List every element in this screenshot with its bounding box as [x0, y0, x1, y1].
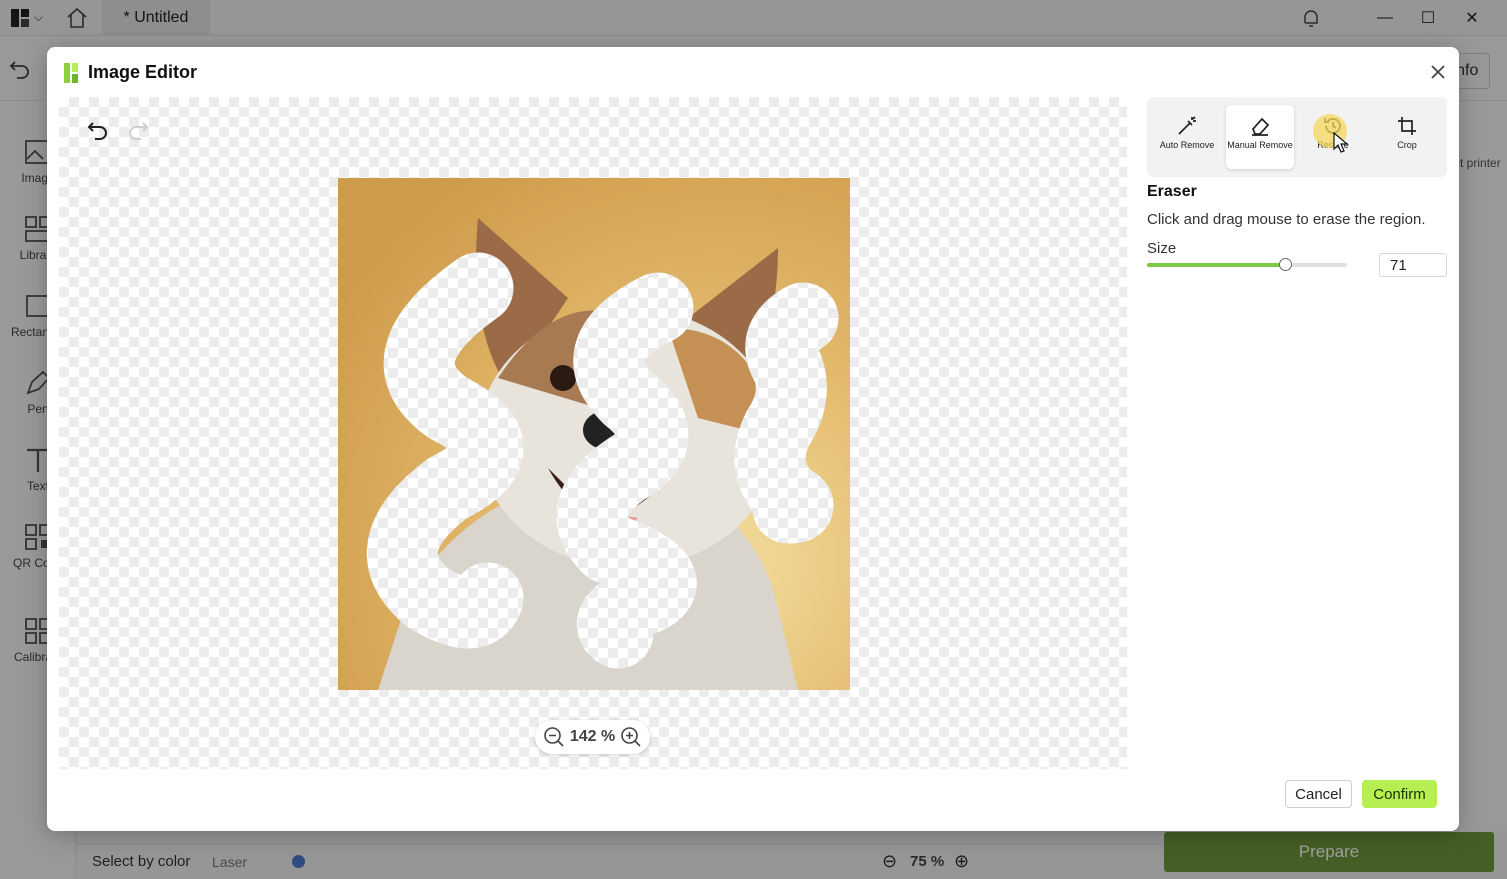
- zoom-control: 142 %: [535, 720, 650, 754]
- editor-canvas[interactable]: 142 %: [59, 97, 1127, 769]
- tool-label: Auto Remove: [1159, 140, 1215, 150]
- confirm-label: Confirm: [1373, 785, 1426, 803]
- size-slider-fill: [1147, 263, 1285, 267]
- zoom-in-icon[interactable]: [620, 726, 642, 748]
- size-input[interactable]: [1379, 253, 1447, 277]
- mouse-cursor-icon: [1333, 132, 1349, 153]
- tool-auto-remove[interactable]: Auto Remove: [1153, 105, 1221, 169]
- size-slider[interactable]: [1147, 258, 1347, 271]
- cancel-button[interactable]: Cancel: [1285, 780, 1352, 808]
- tool-crop[interactable]: Crop: [1373, 105, 1441, 169]
- size-label: Size: [1147, 240, 1177, 257]
- redo-icon[interactable]: [125, 117, 151, 143]
- tool-manual-remove[interactable]: Manual Remove: [1226, 105, 1294, 169]
- cancel-label: Cancel: [1295, 785, 1342, 803]
- magic-wand-icon: [1178, 116, 1196, 135]
- crop-icon: [1398, 117, 1416, 135]
- close-icon[interactable]: [1427, 61, 1449, 83]
- zoom-value: 142 %: [569, 728, 616, 745]
- tool-selector: Auto Remove Manual Remove Restore Crop: [1147, 97, 1447, 177]
- tool-label: Crop: [1397, 140, 1417, 150]
- undo-icon[interactable]: [85, 117, 111, 143]
- app-logo-icon: [64, 63, 78, 83]
- dog-photo[interactable]: [338, 178, 850, 690]
- image-editor-dialog: Image Editor 142 % Auto Remove Manual Re…: [47, 47, 1459, 831]
- tool-label: Manual Remove: [1227, 140, 1293, 150]
- dialog-title: Image Editor: [88, 62, 198, 82]
- confirm-button[interactable]: Confirm: [1362, 780, 1437, 808]
- eraser-icon: [1252, 117, 1270, 136]
- size-slider-knob[interactable]: [1279, 258, 1292, 271]
- dog-eye-left: [550, 365, 576, 391]
- zoom-out-icon[interactable]: [543, 726, 565, 748]
- eraser-description: Click and drag mouse to erase the region…: [1147, 211, 1426, 228]
- eraser-title: Eraser: [1147, 183, 1197, 200]
